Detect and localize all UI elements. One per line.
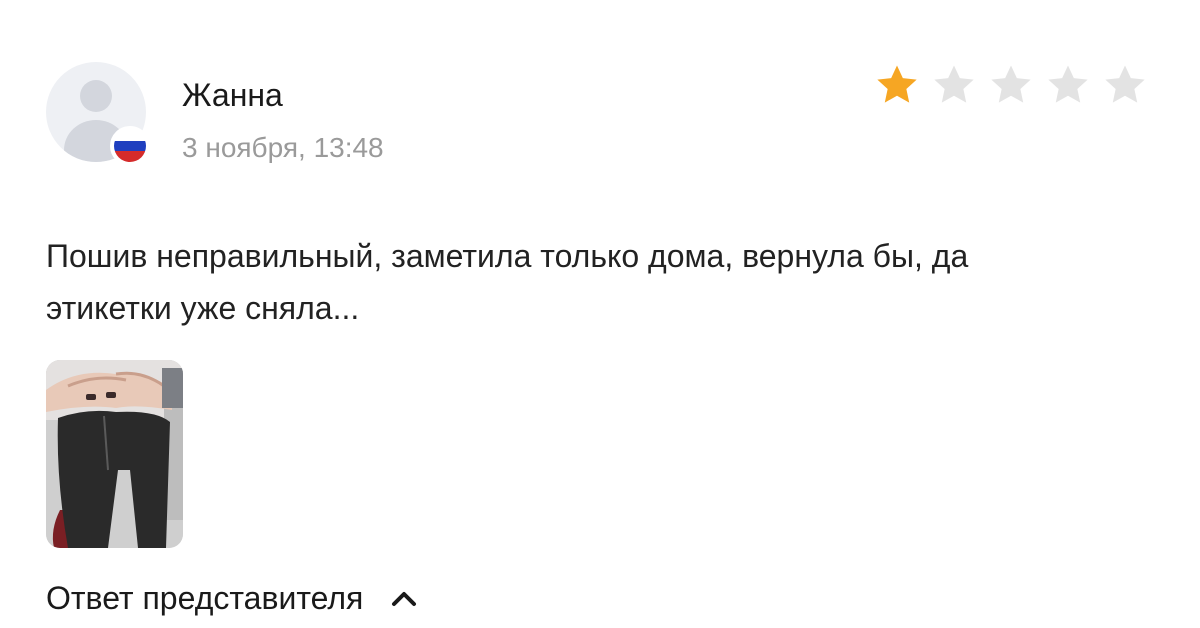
trousers-photo (46, 360, 183, 548)
reply-toggle-label: Ответ представителя (46, 580, 364, 616)
review-text: Пошив неправильный, заметила только дома… (46, 238, 969, 326)
review-photo-thumbnail[interactable] (46, 360, 183, 548)
star-icon (934, 65, 974, 103)
representative-reply-toggle[interactable]: Ответ представителя (46, 578, 417, 618)
star-icon (877, 65, 917, 103)
review-date: 3 ноября, 13:48 (182, 132, 384, 163)
star-rating (874, 62, 1148, 108)
star-icon (991, 65, 1031, 103)
star-icon (1048, 65, 1088, 103)
review-card: Жанна 3 ноября, 13:48 Пошив неправильный… (0, 0, 1200, 628)
chevron-up-icon (392, 592, 417, 606)
star-icon (1105, 65, 1145, 103)
avatar (46, 62, 150, 166)
russia-flag-icon (110, 126, 150, 166)
author-name: Жанна (182, 77, 283, 113)
